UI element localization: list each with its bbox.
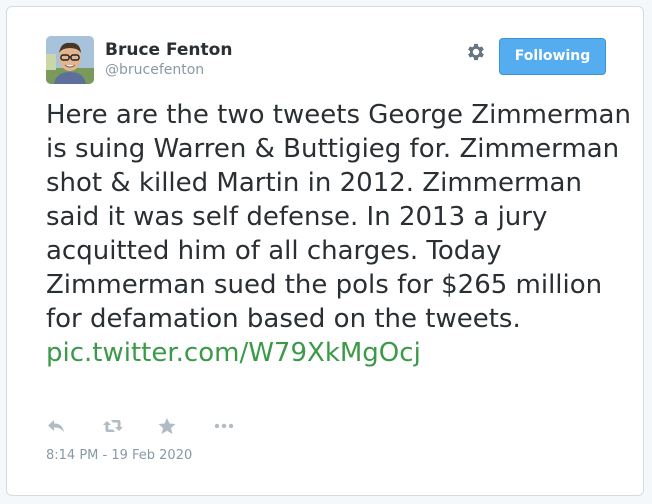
tweet-card: Bruce Fenton @brucefenton Following Here…: [6, 6, 644, 496]
favorite-star-icon[interactable]: [157, 417, 179, 437]
reply-icon[interactable]: [46, 417, 68, 437]
author-name[interactable]: Bruce Fenton: [105, 40, 232, 60]
tweet-body: Here are the two tweets George Zimmerman…: [46, 100, 631, 334]
tweet-timestamp[interactable]: 8:14 PM - 19 Feb 2020: [46, 448, 192, 464]
following-button[interactable]: Following: [499, 38, 606, 75]
avatar-image: [46, 36, 94, 84]
tweet-media-link[interactable]: pic.twitter.com/W79XkMgOcj: [46, 338, 421, 368]
avatar[interactable]: [46, 36, 94, 84]
author-handle[interactable]: @brucefenton: [105, 61, 204, 79]
retweet-icon[interactable]: [102, 417, 124, 437]
tweet-text: Here are the two tweets George Zimmerman…: [46, 98, 641, 370]
more-dots-icon[interactable]: [213, 417, 235, 437]
gear-icon[interactable]: [465, 41, 487, 63]
